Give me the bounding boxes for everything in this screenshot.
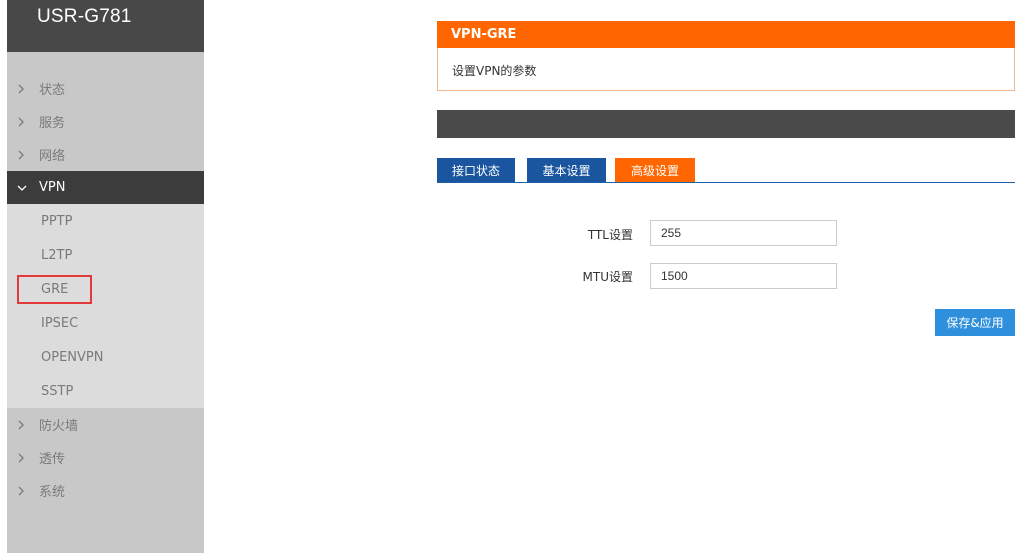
chevron-right-icon bbox=[17, 453, 39, 463]
sidebar-item-status[interactable]: 状态 bbox=[7, 72, 204, 105]
chevron-right-icon bbox=[17, 84, 39, 94]
vpn-submenu: PPTP L2TP GRE IPSEC OPENVPN SSTP bbox=[7, 204, 204, 408]
tab-advanced-settings[interactable]: 高级设置 bbox=[615, 158, 695, 182]
page-description: 设置VPN的参数 bbox=[452, 64, 537, 78]
chevron-right-icon bbox=[17, 117, 39, 127]
chevron-right-icon bbox=[17, 420, 39, 430]
sidebar-item-system[interactable]: 系统 bbox=[7, 474, 204, 507]
submenu-item-label: IPSEC bbox=[41, 315, 79, 331]
submenu-item-openvpn[interactable]: OPENVPN bbox=[7, 340, 204, 374]
page-title: VPN-GRE bbox=[451, 27, 517, 42]
submenu-item-sstp[interactable]: SSTP bbox=[7, 374, 204, 408]
section-header: VPN-GRE bbox=[437, 21, 1015, 48]
sidebar-item-label: 系统 bbox=[39, 485, 66, 500]
submenu-item-pptp[interactable]: PPTP bbox=[7, 204, 204, 238]
toolbar-bar bbox=[437, 110, 1015, 138]
submenu-item-label: PPTP bbox=[41, 213, 73, 229]
description-box: 设置VPN的参数 bbox=[437, 48, 1015, 91]
save-apply-button[interactable]: 保存&应用 bbox=[935, 309, 1015, 336]
sidebar-item-transparent[interactable]: 透传 bbox=[7, 441, 204, 474]
sidebar-item-label: 状态 bbox=[39, 83, 66, 98]
sidebar-nav: 状态 服务 网络 VPN PPTP L2TP GRE IPSEC OPENVPN… bbox=[7, 72, 204, 507]
submenu-item-label: L2TP bbox=[41, 247, 73, 263]
submenu-item-gre[interactable]: GRE bbox=[7, 272, 204, 306]
mtu-label: MTU设置 bbox=[582, 270, 633, 284]
sidebar-item-label: VPN bbox=[39, 180, 66, 195]
sidebar-item-label: 防火墙 bbox=[39, 419, 79, 434]
tab-basic-settings[interactable]: 基本设置 bbox=[527, 158, 606, 182]
submenu-item-ipsec[interactable]: IPSEC bbox=[7, 306, 204, 340]
tab-interface-status[interactable]: 接口状态 bbox=[437, 158, 515, 182]
sidebar: USR-G781 状态 服务 网络 VPN PPTP L2TP GRE IPSE… bbox=[7, 0, 204, 553]
sidebar-item-label: 网络 bbox=[39, 149, 66, 164]
sidebar-item-label: 透传 bbox=[39, 452, 66, 467]
sidebar-item-firewall[interactable]: 防火墙 bbox=[7, 408, 204, 441]
sidebar-item-label: 服务 bbox=[39, 116, 66, 131]
submenu-item-label: OPENVPN bbox=[41, 349, 104, 365]
ttl-input[interactable] bbox=[650, 220, 837, 246]
sidebar-item-network[interactable]: 网络 bbox=[7, 138, 204, 171]
tab-bar: 接口状态 基本设置 高级设置 bbox=[437, 158, 1015, 183]
chevron-right-icon bbox=[17, 486, 39, 496]
brand-title: USR-G781 bbox=[37, 6, 132, 27]
ttl-label: TTL设置 bbox=[587, 228, 633, 242]
submenu-item-l2tp[interactable]: L2TP bbox=[7, 238, 204, 272]
brand-header: USR-G781 bbox=[7, 0, 204, 52]
mtu-input[interactable] bbox=[650, 263, 837, 289]
sidebar-item-service[interactable]: 服务 bbox=[7, 105, 204, 138]
chevron-down-icon bbox=[17, 184, 39, 192]
chevron-right-icon bbox=[17, 150, 39, 160]
sidebar-item-vpn[interactable]: VPN bbox=[7, 171, 204, 204]
highlight-box bbox=[17, 275, 92, 304]
submenu-item-label: SSTP bbox=[41, 383, 74, 399]
